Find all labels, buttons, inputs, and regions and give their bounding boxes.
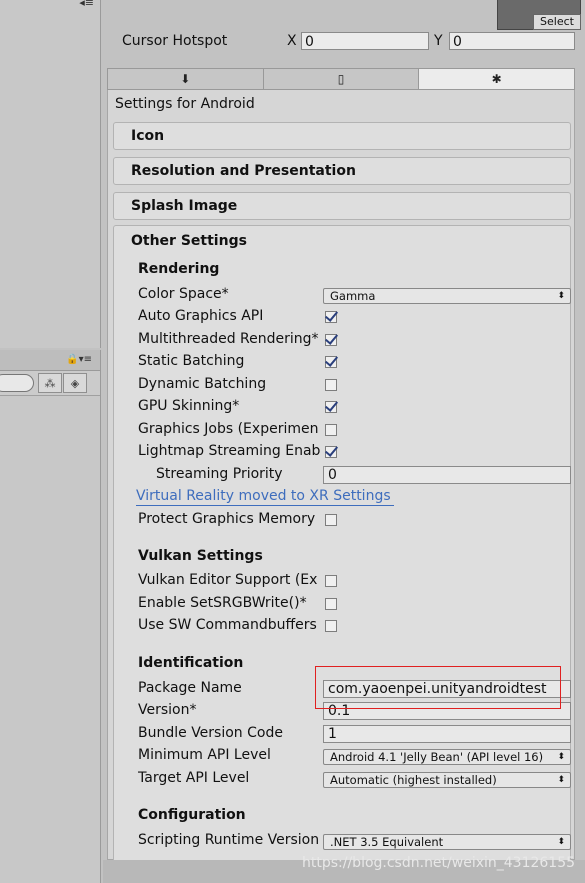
- rendering-heading: Rendering: [138, 261, 220, 277]
- sw-commandbuffers-checkbox[interactable]: [325, 620, 337, 632]
- hierarchy-pane: ◂≡: [0, 0, 101, 348]
- protect-graphics-memory-checkbox[interactable]: [325, 514, 337, 526]
- hotspot-y-label: Y: [434, 33, 443, 49]
- vulkan-editor-support-label: Vulkan Editor Support (Ex: [138, 572, 318, 588]
- dropdown-arrow-icon: ⬍: [557, 752, 565, 762]
- tab-android[interactable]: ✱: [419, 69, 575, 89]
- section-splash[interactable]: Splash Image: [113, 192, 571, 220]
- tab-standalone[interactable]: ⬇: [108, 69, 264, 89]
- other-settings-header[interactable]: Other Settings: [131, 233, 247, 249]
- minimum-api-level-label: Minimum API Level: [138, 747, 271, 763]
- lock-icon[interactable]: 🔒▾≡: [66, 354, 92, 365]
- multithreaded-rendering-label: Multithreaded Rendering*: [138, 331, 319, 347]
- color-space-dropdown[interactable]: Gamma ⬍: [323, 288, 571, 304]
- multithreaded-rendering-checkbox[interactable]: [325, 334, 337, 346]
- dropdown-arrow-icon: ⬍: [557, 775, 565, 785]
- settings-panel: Settings for Android Icon Resolution and…: [107, 90, 575, 865]
- sw-commandbuffers-label: Use SW Commandbuffers: [138, 617, 317, 633]
- scripting-runtime-label: Scripting Runtime Version: [138, 832, 320, 848]
- protect-graphics-memory-label: Protect Graphics Memory: [138, 511, 316, 527]
- target-api-level-dropdown[interactable]: Automatic (highest installed) ⬍: [323, 772, 571, 788]
- bundle-version-code-label: Bundle Version Code: [138, 725, 283, 741]
- gpu-skinning-checkbox[interactable]: [325, 401, 337, 413]
- filter-by-label-icon[interactable]: ◈: [63, 373, 87, 393]
- settings-title: Settings for Android: [115, 96, 255, 112]
- auto-graphics-api-label: Auto Graphics API: [138, 308, 264, 324]
- select-button[interactable]: Select: [533, 14, 581, 30]
- lightmap-streaming-label: Lightmap Streaming Enab: [138, 443, 321, 459]
- project-toolbar: ⁂ ◈: [0, 371, 100, 396]
- download-arrow-icon: ⬇: [180, 72, 191, 86]
- streaming-priority-label: Streaming Priority: [156, 466, 283, 482]
- project-pane-tabbar: 🔒▾≡: [0, 350, 100, 371]
- lightmap-streaming-checkbox[interactable]: [325, 446, 337, 458]
- filter-by-type-icon[interactable]: ⁂: [38, 373, 62, 393]
- dynamic-batching-checkbox[interactable]: [325, 379, 337, 391]
- platform-tabs: ⬇ ▯ ✱: [107, 68, 575, 90]
- color-space-label: Color Space*: [138, 286, 229, 302]
- graphics-jobs-checkbox[interactable]: [325, 424, 337, 436]
- package-name-highlight: [315, 666, 561, 709]
- streaming-priority-field[interactable]: 0: [323, 466, 571, 484]
- vr-settings-link[interactable]: Virtual Reality moved to XR Settings: [136, 488, 394, 506]
- section-resolution[interactable]: Resolution and Presentation: [113, 157, 571, 185]
- scripting-runtime-dropdown[interactable]: .NET 3.5 Equivalent ⬍: [323, 834, 571, 850]
- phone-icon: ▯: [337, 72, 345, 86]
- vulkan-editor-support-checkbox[interactable]: [325, 575, 337, 587]
- watermark: https://blog.csdn.net/weixin_43126155: [302, 855, 576, 871]
- dropdown-arrow-icon: ⬍: [557, 291, 565, 301]
- project-search-input[interactable]: [0, 374, 34, 392]
- vulkan-heading: Vulkan Settings: [138, 548, 263, 564]
- dynamic-batching-label: Dynamic Batching: [138, 376, 267, 392]
- android-icon: ✱: [491, 72, 502, 86]
- static-batching-checkbox[interactable]: [325, 356, 337, 368]
- configuration-heading: Configuration: [138, 807, 246, 823]
- target-api-level-label: Target API Level: [138, 770, 250, 786]
- auto-graphics-api-checkbox[interactable]: [325, 311, 337, 323]
- section-other-settings: Other Settings Rendering Color Space* Ga…: [113, 225, 571, 865]
- hotspot-x-label: X: [287, 33, 297, 49]
- bundle-version-code-field[interactable]: 1: [323, 725, 571, 743]
- srgb-write-checkbox[interactable]: [325, 598, 337, 610]
- hotspot-y-field[interactable]: 0: [449, 32, 575, 50]
- tab-ios[interactable]: ▯: [264, 69, 420, 89]
- gpu-skinning-label: GPU Skinning*: [138, 398, 240, 414]
- version-label: Version*: [138, 702, 197, 718]
- srgb-write-label: Enable SetSRGBWrite()*: [138, 595, 307, 611]
- minimum-api-level-dropdown[interactable]: Android 4.1 'Jelly Bean' (API level 16) ⬍: [323, 749, 571, 765]
- inspector: Select Cursor Hotspot X 0 Y 0 ⬇ ▯ ✱ Sett…: [103, 0, 585, 883]
- static-batching-label: Static Batching: [138, 353, 245, 369]
- hotspot-x-field[interactable]: 0: [301, 32, 429, 50]
- dropdown-arrow-icon: ⬍: [557, 837, 565, 847]
- section-icon[interactable]: Icon: [113, 122, 571, 150]
- cursor-hotspot-label: Cursor Hotspot: [122, 33, 228, 49]
- pane-menu-icon[interactable]: ◂≡: [79, 0, 94, 9]
- package-name-label: Package Name: [138, 680, 242, 696]
- project-pane: 🔒▾≡ ⁂ ◈: [0, 350, 101, 883]
- graphics-jobs-label: Graphics Jobs (Experimen: [138, 421, 319, 437]
- identification-heading: Identification: [138, 655, 244, 671]
